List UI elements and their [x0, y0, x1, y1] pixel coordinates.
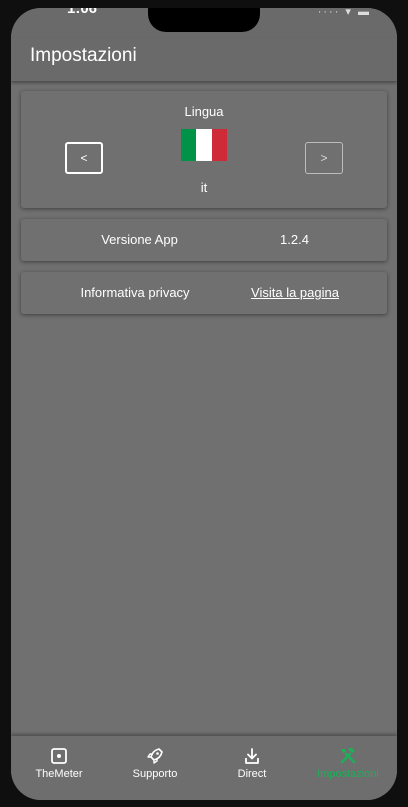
nav-item-direct[interactable]: Direct [204, 736, 300, 794]
next-language-button[interactable]: > [305, 142, 343, 174]
page-title: Impostazioni [30, 45, 137, 66]
nav-label-themeter: TheMeter [35, 768, 83, 780]
bottom-navigation: TheMeter Supporto Direct Impostazioni [11, 736, 397, 800]
phone-screen: 1:06 ···· ▾ ▬ Impostazioni Lingua < > it… [11, 8, 397, 800]
nav-item-supporto[interactable]: Supporto [107, 736, 203, 794]
tools-icon [340, 748, 356, 764]
version-label: Versione App [101, 232, 178, 247]
version-card: Versione App 1.2.4 [21, 219, 387, 261]
nav-label-supporto: Supporto [132, 768, 178, 780]
camera-notch [148, 8, 260, 32]
language-card: Lingua < > it [21, 91, 387, 208]
status-bar: 1:06 ···· ▾ ▬ [11, 8, 397, 38]
language-title: Lingua [184, 104, 224, 119]
status-time: 1:06 [67, 8, 98, 17]
rocket-icon [147, 748, 163, 764]
nav-label-impostazioni: Impostazioni [317, 768, 379, 780]
nav-item-themeter[interactable]: TheMeter [11, 736, 107, 794]
app-bar: Impostazioni [11, 38, 397, 81]
italy-flag-icon [181, 129, 227, 161]
nav-label-direct: Direct [237, 768, 267, 780]
download-icon [245, 748, 259, 764]
privacy-link[interactable]: Visita la pagina [245, 285, 345, 300]
version-value: 1.2.4 [280, 232, 309, 247]
previous-language-button[interactable]: < [65, 142, 103, 174]
privacy-label: Informativa privacy [80, 285, 190, 300]
meter-icon [51, 748, 67, 764]
status-icons: ···· ▾ ▬ [317, 8, 371, 18]
nav-item-impostazioni[interactable]: Impostazioni [300, 736, 396, 794]
language-code: it [200, 180, 208, 195]
privacy-card: Informativa privacy Visita la pagina [21, 272, 387, 314]
